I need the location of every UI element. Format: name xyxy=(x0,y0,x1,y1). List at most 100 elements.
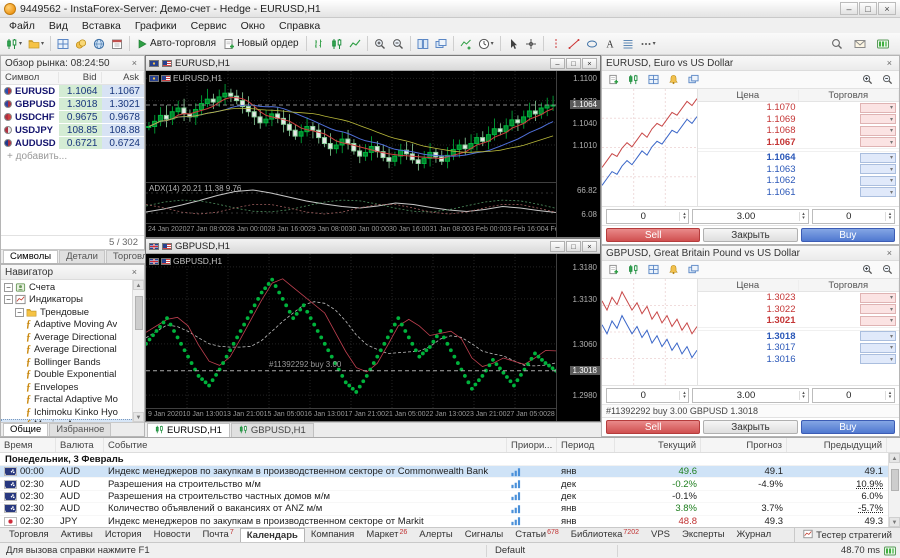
navigator-item[interactable]: ƒDouble Exponential xyxy=(1,369,144,382)
navigator-tab-0[interactable]: Общие xyxy=(3,423,48,436)
menu-item-4[interactable]: Сервис xyxy=(184,20,234,32)
column-symbol[interactable]: Символ xyxy=(1,72,59,83)
column-bid[interactable]: Bid xyxy=(59,72,102,83)
navigator-item[interactable]: ƒEnvelopes xyxy=(1,381,144,394)
zoom-in-button[interactable] xyxy=(859,70,876,89)
toolbox-toggle-button[interactable] xyxy=(108,34,126,53)
scrollbar-thumb[interactable] xyxy=(891,469,899,491)
spin-down-icon[interactable]: ▾ xyxy=(680,216,688,221)
column-event[interactable]: Событие xyxy=(104,438,507,452)
expander-icon[interactable]: − xyxy=(4,295,13,304)
adx-indicator-pane[interactable]: ADX(14) 20.21 11.38 9.76 xyxy=(146,182,556,223)
navigator-item[interactable]: ƒBollinger Bands xyxy=(1,356,144,369)
eurusd-chart-area[interactable]: EURUSD,H1 xyxy=(146,71,556,182)
status-profile[interactable]: Default xyxy=(487,545,617,556)
column-time[interactable]: Время xyxy=(0,438,56,452)
trade-dropdown[interactable]: ▾ xyxy=(860,153,896,163)
volume-stepper-value[interactable]: 3.00 xyxy=(693,390,798,401)
column-actual[interactable]: Текущий xyxy=(615,438,701,452)
ask-value[interactable]: 0.6724 xyxy=(102,137,145,149)
price-cell[interactable]: 1.3018 xyxy=(698,331,799,342)
zoom-out-button[interactable] xyxy=(879,260,896,279)
stop-loss-stepper-value[interactable]: 0 xyxy=(607,211,679,222)
column-ask[interactable]: Ask xyxy=(102,72,145,83)
trade-dropdown[interactable]: ▾ xyxy=(860,126,896,136)
navigator-item[interactable]: −Индикаторы xyxy=(1,294,144,307)
expander-icon[interactable]: − xyxy=(4,283,13,292)
ask-value[interactable]: 108.88 xyxy=(102,124,145,136)
calendar-column-headers[interactable]: Время Валюта Событие Приори... Период Те… xyxy=(0,438,900,453)
auto-trading-button[interactable]: Авто-торговля xyxy=(133,34,220,53)
close-icon[interactable]: × xyxy=(582,241,597,252)
navigator-item[interactable]: −Трендовые xyxy=(1,306,144,319)
profiles-button[interactable]: ▾ xyxy=(25,34,47,53)
depth-of-market-button[interactable] xyxy=(645,70,662,89)
navigator-item[interactable]: ƒAverage Directional xyxy=(1,344,144,357)
zoom-out-button[interactable] xyxy=(389,34,407,53)
column-currency[interactable]: Валюта xyxy=(56,438,104,452)
connection-meter-button[interactable] xyxy=(874,34,892,53)
ladder-row[interactable]: 1.1062▾ xyxy=(698,175,899,187)
take-profit-stepper[interactable]: 0▴▾ xyxy=(812,209,895,224)
calendar-row[interactable]: 00:00AUDИндекс менеджеров по закупкам в … xyxy=(0,466,900,478)
price-cell[interactable]: 1.3023 xyxy=(698,292,799,303)
price-cell[interactable]: 1.1068 xyxy=(698,125,799,136)
toolbox-tab-9[interactable]: Сигналы xyxy=(459,528,510,542)
close-position-button[interactable]: Закрыть xyxy=(703,420,797,434)
toolbox-tab-2[interactable]: История xyxy=(99,528,148,542)
close-icon[interactable]: × xyxy=(129,267,140,277)
close-position-button[interactable]: Закрыть xyxy=(703,228,797,242)
chart-line-button[interactable] xyxy=(346,34,364,53)
bid-value[interactable]: 1.3018 xyxy=(59,98,102,110)
menu-item-5[interactable]: Окно xyxy=(234,20,272,32)
trade-dropdown[interactable]: ▾ xyxy=(860,304,896,314)
zoom-in-button[interactable] xyxy=(859,260,876,279)
new-order-button[interactable] xyxy=(605,70,622,89)
navigator-scrollbar[interactable]: ▲ ▼ xyxy=(132,280,144,422)
new-chart-button[interactable]: ▾ xyxy=(3,34,25,53)
scrollbar-thumb[interactable] xyxy=(135,296,143,330)
cursor-tool-button[interactable] xyxy=(504,34,522,53)
gbpusd-chart-area[interactable]: GBPUSD,H1 #11392292 buy 3.00 xyxy=(146,254,556,408)
ask-value[interactable]: 0.9678 xyxy=(102,111,145,123)
bid-value[interactable]: 0.6721 xyxy=(59,137,102,149)
chart-window-gbpusd[interactable]: GBPUSD,H1 – □ × GBPUSD,H1 #11392292 buy … xyxy=(145,238,601,422)
menu-item-3[interactable]: Графики xyxy=(128,20,184,32)
navigator-item[interactable]: ƒAdaptive Moving Av xyxy=(1,319,144,332)
scroll-up-icon[interactable]: ▲ xyxy=(133,280,144,290)
market-watch-row[interactable]: USDJPY108.85108.88 xyxy=(1,124,144,137)
calendar-row[interactable]: 02:30AUDКоличество объявлений о вакансия… xyxy=(0,503,900,515)
navigator-item[interactable]: ƒAverage Directional xyxy=(1,331,144,344)
trade-panel-header[interactable]: EURUSD, Euro vs US Dollar × xyxy=(602,56,899,71)
ladder-row[interactable]: 1.3022▾ xyxy=(698,304,899,316)
market-watch-column-headers[interactable]: Символ Bid Ask xyxy=(1,71,144,85)
market-watch-header[interactable]: Обзор рынка: 08:24:50 × xyxy=(1,56,144,71)
scroll-down-icon[interactable]: ▼ xyxy=(889,517,900,527)
stop-loss-stepper-value[interactable]: 0 xyxy=(607,390,679,401)
chart-mode-button[interactable] xyxy=(625,260,642,279)
chart-candles-button[interactable] xyxy=(328,34,346,53)
window-close-button[interactable]: × xyxy=(878,2,896,15)
market-watch-tab-0[interactable]: Символы xyxy=(3,250,58,263)
toolbox-tab-0[interactable]: Торговля xyxy=(3,528,55,542)
data-window-button[interactable] xyxy=(72,34,90,53)
trade-dropdown[interactable]: ▾ xyxy=(860,176,896,186)
column-period[interactable]: Период xyxy=(557,438,615,452)
market-watch-row[interactable]: GBPUSD1.30181.3021 xyxy=(1,98,144,111)
close-icon[interactable]: × xyxy=(884,58,895,68)
trade-dropdown[interactable]: ▾ xyxy=(860,103,896,113)
trade-dropdown[interactable]: ▾ xyxy=(860,354,896,364)
eurusd-price-scale[interactable]: 1.11001.10701.10401.10101.106466.826.08 xyxy=(556,71,600,237)
market-watch-toggle-button[interactable] xyxy=(54,34,72,53)
toolbox-tab-6[interactable]: Компания xyxy=(305,528,360,542)
spin-down-icon[interactable]: ▾ xyxy=(800,395,808,400)
price-cell[interactable]: 1.1063 xyxy=(698,164,799,175)
minimize-icon[interactable]: – xyxy=(550,241,565,252)
toolbox-tab-4[interactable]: Почта7 xyxy=(196,528,239,542)
fibonacci-tool-button[interactable] xyxy=(619,34,637,53)
minimize-icon[interactable]: – xyxy=(550,58,565,69)
ladder-row[interactable]: 1.1063▾ xyxy=(698,164,899,176)
stop-loss-stepper[interactable]: 0▴▾ xyxy=(606,209,689,224)
bid-value[interactable]: 108.85 xyxy=(59,124,102,136)
navigator-tab-1[interactable]: Избранное xyxy=(49,423,111,436)
